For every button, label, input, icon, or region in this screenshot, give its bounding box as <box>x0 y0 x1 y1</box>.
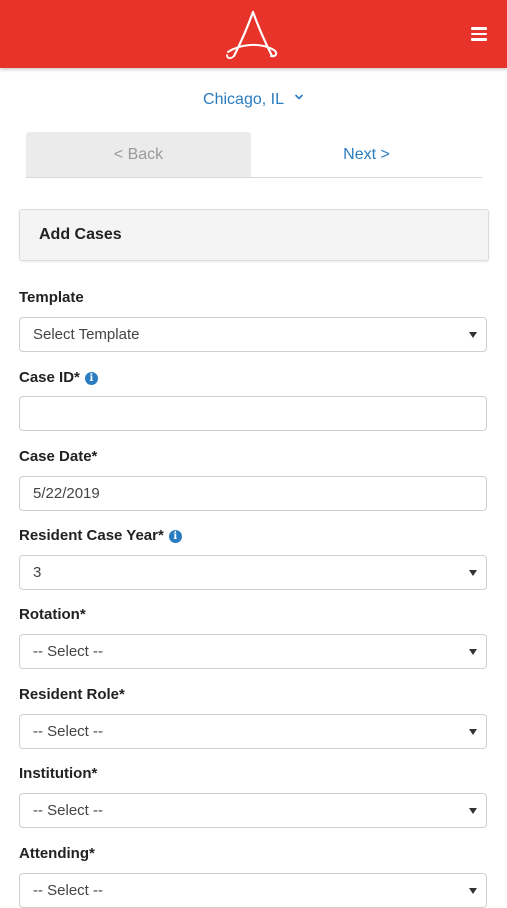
case-id-label-text: Case ID* <box>19 369 80 386</box>
hamburger-bar <box>471 32 487 35</box>
next-button[interactable]: Next > <box>251 132 482 177</box>
institution-select[interactable]: -- Select -- <box>19 793 487 828</box>
rotation-label-text: Rotation* <box>19 606 86 623</box>
location-selector[interactable]: Chicago, IL <box>0 91 507 109</box>
template-label-text: Template <box>19 289 84 306</box>
rotation-select[interactable]: -- Select -- <box>19 634 487 669</box>
attending-label-text: Attending* <box>19 845 95 862</box>
dropdown-caret-icon <box>469 332 477 338</box>
case-date-value: 5/22/2019 <box>33 485 100 502</box>
resident-role-select[interactable]: -- Select -- <box>19 714 487 749</box>
case-date-input[interactable]: 5/22/2019 <box>19 476 487 511</box>
dropdown-caret-icon <box>469 808 477 814</box>
back-button[interactable]: < Back <box>26 132 251 177</box>
resident-role-label-text: Resident Role* <box>19 686 125 703</box>
template-select[interactable]: Select Template <box>19 317 487 352</box>
template-select-value: Select Template <box>33 326 140 343</box>
case-id-label: Case ID* i <box>19 369 98 386</box>
resident-case-year-label: Resident Case Year* i <box>19 527 182 544</box>
case-id-input[interactable] <box>19 396 487 431</box>
template-label: Template <box>19 289 84 306</box>
top-navbar <box>0 0 507 68</box>
chevron-down-icon <box>294 94 304 100</box>
pager-nav: < Back Next > <box>26 132 482 178</box>
hamburger-bar <box>471 27 487 30</box>
resident-case-year-value: 3 <box>33 564 42 581</box>
resident-case-year-label-text: Resident Case Year* <box>19 527 164 544</box>
dropdown-caret-icon <box>469 649 477 655</box>
dropdown-caret-icon <box>469 729 477 735</box>
institution-label: Institution* <box>19 765 97 782</box>
dropdown-caret-icon <box>469 888 477 894</box>
brand-logo-icon[interactable] <box>222 10 284 62</box>
info-icon[interactable]: i <box>84 372 98 385</box>
resident-role-label: Resident Role* <box>19 686 125 703</box>
dropdown-caret-icon <box>469 570 477 576</box>
rotation-value: -- Select -- <box>33 643 104 660</box>
case-date-label: Case Date* <box>19 448 97 465</box>
rotation-label: Rotation* <box>19 606 86 623</box>
panel-title: Add Cases <box>39 226 122 243</box>
institution-label-text: Institution* <box>19 765 98 782</box>
resident-role-value: -- Select -- <box>33 723 104 740</box>
add-cases-panel: Add Cases <box>19 209 489 261</box>
hamburger-bar <box>471 38 487 41</box>
attending-label: Attending* <box>19 845 95 862</box>
resident-case-year-select[interactable]: 3 <box>19 555 487 590</box>
attending-select[interactable]: -- Select -- <box>19 873 487 908</box>
location-label: Chicago, IL <box>203 91 284 108</box>
case-date-label-text: Case Date* <box>19 448 98 465</box>
institution-value: -- Select -- <box>33 802 104 819</box>
attending-value: -- Select -- <box>33 882 104 899</box>
hamburger-menu-icon[interactable] <box>471 27 487 41</box>
info-icon[interactable]: i <box>168 530 182 543</box>
